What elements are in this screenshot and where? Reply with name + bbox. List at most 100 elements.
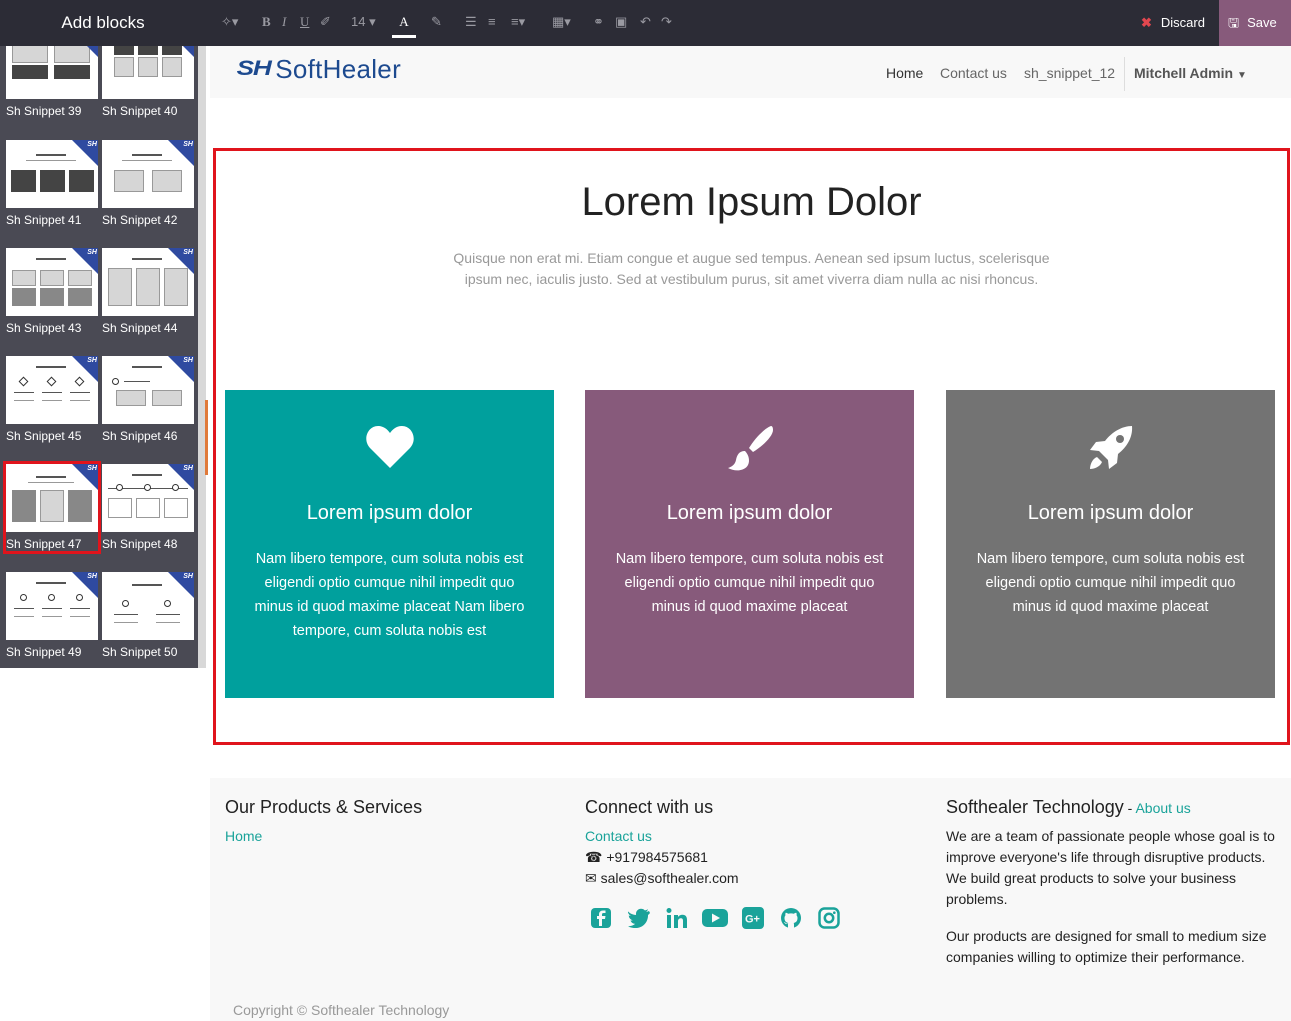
redo-icon[interactable]: ↷ bbox=[661, 0, 672, 46]
snippet-preview-image: SH bbox=[102, 248, 194, 316]
section-title: Lorem Ipsum Dolor bbox=[581, 180, 922, 224]
copyright: Copyright © Softhealer Technology bbox=[233, 1002, 450, 1018]
sidebar-scroll-thumb[interactable] bbox=[205, 400, 208, 475]
snippet-thumbnail[interactable]: SH Sh Snippet 48 bbox=[102, 464, 194, 551]
user-name: Mitchell Admin bbox=[1134, 65, 1234, 81]
sh-badge: SH bbox=[72, 248, 98, 274]
eraser-icon[interactable]: ✐ bbox=[320, 0, 331, 46]
snippet-preview-image: SH bbox=[102, 356, 194, 424]
about-us-link[interactable]: About us bbox=[1135, 800, 1190, 816]
snippet-label: Sh Snippet 45 bbox=[6, 429, 82, 443]
snippet-preview-image: SH bbox=[102, 464, 194, 532]
site-footer: Our Products & Services Home Connect wit… bbox=[210, 778, 1291, 1021]
linkedin-icon[interactable] bbox=[664, 905, 690, 931]
discard-button[interactable]: ✖ Discard bbox=[1129, 0, 1219, 46]
sh-badge: SH bbox=[72, 46, 98, 57]
site-navbar: SH SoftHealer Home Contact us sh_snippet… bbox=[210, 46, 1291, 98]
close-icon: ✖ bbox=[1141, 15, 1152, 30]
sidebar-scrollbar[interactable] bbox=[198, 46, 206, 668]
sh-badge-text: SH bbox=[87, 573, 97, 580]
logo-text: SoftHealer bbox=[275, 53, 402, 84]
snippets-sidebar: Add blocks SH Sh Snippet 39 SH Sh Snippet 4… bbox=[0, 0, 210, 1021]
sh-badge: SH bbox=[72, 356, 98, 382]
instagram-icon[interactable] bbox=[816, 905, 842, 931]
snippet-label: Sh Snippet 49 bbox=[6, 645, 82, 659]
svg-text:G+: G+ bbox=[745, 914, 760, 926]
sh-badge-text: SH bbox=[87, 141, 97, 148]
save-label: Save bbox=[1247, 15, 1277, 30]
feature-card-2[interactable]: Lorem ipsum dolor Nam libero tempore, cu… bbox=[585, 390, 914, 698]
facebook-icon[interactable] bbox=[588, 905, 614, 931]
undo-icon[interactable]: ↶ bbox=[640, 0, 651, 46]
about-paragraph-2: Our products are designed for small to m… bbox=[946, 928, 1267, 965]
sh-badge: SH bbox=[168, 46, 194, 57]
snippet-preview-image: SH bbox=[102, 46, 194, 99]
snippet-thumbnail[interactable]: SH Sh Snippet 45 bbox=[6, 356, 98, 443]
sh-badge: SH bbox=[168, 356, 194, 382]
sh-badge-text: SH bbox=[183, 249, 193, 256]
footer-home-link[interactable]: Home bbox=[225, 828, 262, 844]
sh-badge-text: SH bbox=[183, 141, 193, 148]
font-size-dropdown[interactable]: 14 ▾ bbox=[351, 0, 376, 46]
underline-button[interactable]: U bbox=[300, 0, 309, 46]
nav-sh-snippet-12[interactable]: sh_snippet_12 bbox=[1024, 65, 1115, 81]
sh-badge: SH bbox=[168, 572, 194, 598]
card-text: Nam libero tempore, cum soluta nobis est… bbox=[615, 551, 884, 615]
sh-badge: SH bbox=[168, 140, 194, 166]
snippet-label: Sh Snippet 43 bbox=[6, 321, 82, 335]
snippet-thumbnail[interactable]: SH Sh Snippet 39 bbox=[6, 46, 98, 118]
snippet-thumbnail[interactable]: SH Sh Snippet 47 bbox=[3, 461, 101, 554]
google-plus-icon[interactable]: G+ bbox=[740, 905, 766, 931]
snippet-thumbnail[interactable]: SH Sh Snippet 50 bbox=[102, 572, 194, 659]
text-color-button[interactable]: A bbox=[392, 0, 416, 38]
nav-contact-us[interactable]: Contact us bbox=[940, 65, 1007, 81]
nav-home[interactable]: Home bbox=[886, 65, 923, 81]
social-icons: G+ bbox=[588, 905, 842, 931]
snippet-preview-image: SH bbox=[102, 572, 194, 640]
italic-button[interactable]: I bbox=[282, 0, 286, 46]
snippet-thumbnail[interactable]: SH Sh Snippet 49 bbox=[6, 572, 98, 659]
sh-badge: SH bbox=[168, 248, 194, 274]
save-button[interactable]: 🖫 Save bbox=[1219, 0, 1291, 46]
image-icon[interactable]: ▣ bbox=[615, 0, 627, 46]
snippet-preview-image: SH bbox=[6, 356, 98, 424]
email-address: sales@softhealer.com bbox=[600, 870, 739, 886]
snippet-thumbnail[interactable]: SH Sh Snippet 44 bbox=[102, 248, 194, 335]
logo[interactable]: SH SoftHealer bbox=[237, 53, 402, 84]
snippet-preview-image: SH bbox=[6, 140, 98, 208]
snippet-list[interactable]: SH Sh Snippet 39 SH Sh Snippet 40 SH Sh Snipp… bbox=[0, 46, 198, 668]
align-dropdown[interactable]: ≡▾ bbox=[511, 0, 525, 46]
snippet-thumbnail[interactable]: SH Sh Snippet 42 bbox=[102, 140, 194, 227]
card-title: Lorem ipsum dolor bbox=[1027, 502, 1194, 524]
snippet-preview-image: SH bbox=[6, 572, 98, 640]
feature-card-3[interactable]: Lorem ipsum dolor Nam libero tempore, cu… bbox=[946, 390, 1275, 698]
github-icon[interactable] bbox=[778, 905, 804, 931]
footer-contact-link[interactable]: Contact us bbox=[585, 828, 652, 844]
company-sep: - bbox=[1123, 800, 1136, 816]
numbered-list-icon[interactable]: ≡ bbox=[488, 0, 496, 46]
brush-icon[interactable]: ✎ bbox=[431, 0, 442, 46]
youtube-icon[interactable] bbox=[702, 905, 728, 931]
snippet-preview-image: SH bbox=[6, 46, 98, 99]
sh-badge: SH bbox=[168, 464, 194, 490]
snippet-thumbnail[interactable]: SH Sh Snippet 40 bbox=[102, 46, 194, 118]
snippet-label: Sh Snippet 46 bbox=[102, 429, 178, 443]
twitter-icon[interactable] bbox=[626, 905, 652, 931]
snippet-thumbnail[interactable]: SH Sh Snippet 43 bbox=[6, 248, 98, 335]
table-dropdown[interactable]: ▦▾ bbox=[552, 0, 571, 46]
company-title: Softhealer Technology bbox=[946, 797, 1124, 817]
magic-wand-icon[interactable]: ✧▾ bbox=[221, 0, 238, 46]
snippet-label: Sh Snippet 40 bbox=[102, 104, 178, 118]
envelope-icon: ✉ bbox=[585, 870, 597, 886]
link-icon[interactable]: ⚭ bbox=[593, 0, 604, 46]
sh-badge: SH bbox=[72, 572, 98, 598]
section-subtitle: Quisque non erat mi. Etiam congue et aug… bbox=[453, 250, 1050, 287]
snippet-thumbnail[interactable]: SH Sh Snippet 41 bbox=[6, 140, 98, 227]
bullet-list-icon[interactable]: ☰ bbox=[465, 0, 477, 46]
snippet-thumbnail[interactable]: SH Sh Snippet 46 bbox=[102, 356, 194, 443]
phone-line: ☎ +917984575681 bbox=[585, 847, 708, 868]
snippet-preview-image: SH bbox=[6, 464, 98, 532]
user-menu[interactable]: Mitchell Admin ▼ bbox=[1134, 65, 1247, 81]
bold-button[interactable]: B bbox=[262, 0, 271, 46]
feature-card-1[interactable]: Lorem ipsum dolor Nam libero tempore, cu… bbox=[225, 390, 554, 698]
